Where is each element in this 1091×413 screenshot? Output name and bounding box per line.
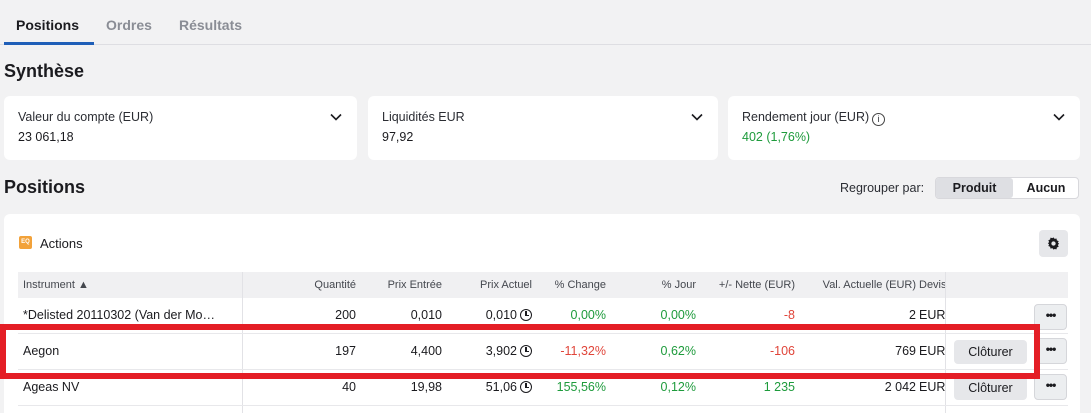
equity-icon: EQ (19, 236, 32, 249)
chevron-down-icon[interactable] (1052, 110, 1066, 124)
th-nette[interactable]: +/- Nette (EUR) (719, 279, 795, 291)
synthese-title: Synthèse (4, 61, 85, 81)
card-account-value[interactable]: Valeur du compte (EUR) 23 061,18 (4, 96, 357, 160)
group-by-toggle: Produit Aucun (935, 177, 1079, 199)
card-value: 402 (1,76%) (742, 130, 811, 144)
cell-prix-entree: 19,98 (410, 380, 442, 394)
positions-panel: EQ Actions Instrument ▲ Quantité Prix En… (4, 214, 1080, 413)
chevron-down-icon[interactable] (690, 110, 704, 124)
card-liquidity[interactable]: Liquidités EUR 97,92 (368, 96, 718, 160)
active-tab-indicator (4, 42, 94, 45)
cell-prix-entree: 0,010 (410, 308, 442, 322)
group-by-label: Regrouper par: (840, 181, 925, 195)
price-value: 51,06 (485, 380, 517, 394)
cell-devise: EUR (919, 380, 946, 394)
clock-icon (520, 309, 532, 321)
cell-valeur: 2 (909, 308, 916, 322)
cell-valeur: 2 042 (884, 380, 916, 394)
cell-quantite: 40 (342, 380, 356, 394)
tab-positions[interactable]: Positions (16, 17, 79, 33)
clock-icon (520, 381, 532, 393)
close-position-button[interactable]: Clôturer (954, 376, 1027, 400)
th-prix-actuel[interactable]: Prix Actuel (480, 279, 532, 291)
cell-prix-actuel: 0,010 (486, 308, 532, 322)
positions-title: Positions (4, 177, 86, 197)
highlight-box (0, 324, 1040, 379)
cell-change: 155,56% (556, 380, 606, 394)
panel-title: Actions (40, 236, 83, 251)
group-by-aucun-button[interactable]: Aucun (1014, 178, 1078, 198)
cell-change: 0,00% (570, 308, 606, 322)
card-label: Liquidités EUR (382, 110, 465, 124)
cell-jour: 0,00% (660, 308, 696, 322)
info-icon[interactable]: i (872, 113, 886, 126)
gear-icon (1047, 237, 1060, 250)
tab-ordres[interactable]: Ordres (106, 17, 152, 33)
th-change[interactable]: % Change (555, 279, 606, 291)
group-by-produit-button[interactable]: Produit (936, 178, 1013, 198)
tab-bar: Positions Ordres Résultats (0, 0, 1091, 45)
card-label: Rendement jour (EUR) i (742, 110, 886, 126)
th-jour[interactable]: % Jour (662, 279, 696, 291)
cell-instrument: Ageas NV (23, 380, 80, 394)
card-value: 97,92 (382, 130, 414, 144)
cell-quantite: 200 (335, 308, 356, 322)
th-quantite[interactable]: Quantité (314, 279, 356, 291)
card-daily-return[interactable]: Rendement jour (EUR) i 402 (1,76%) (728, 96, 1080, 160)
cell-nette: -8 (783, 308, 795, 322)
chevron-down-icon[interactable] (329, 110, 343, 124)
cell-jour: 0,12% (660, 380, 696, 394)
table-header: Instrument ▲ Quantité Prix Entrée Prix A… (18, 272, 1068, 298)
cell-nette: 1 235 (763, 380, 795, 394)
th-devise[interactable]: Devis (919, 279, 947, 291)
settings-button[interactable] (1039, 230, 1068, 257)
cell-instrument: *Delisted 20110302 (Van der Mo… (23, 308, 216, 322)
tab-resultats[interactable]: Résultats (179, 17, 242, 33)
th-valeur[interactable]: Val. Actuelle (EUR) (823, 279, 916, 291)
th-instrument[interactable]: Instrument ▲ (23, 279, 89, 291)
card-value: 23 061,18 (18, 130, 74, 144)
cell-prix-actuel: 51,06 (486, 380, 532, 394)
th-prix-entree[interactable]: Prix Entrée (388, 279, 442, 291)
cell-devise: EUR (919, 308, 946, 322)
card-label: Valeur du compte (EUR) (18, 110, 154, 124)
price-value: 0,010 (485, 308, 517, 322)
card-label-text: Rendement jour (EUR) (742, 110, 870, 124)
